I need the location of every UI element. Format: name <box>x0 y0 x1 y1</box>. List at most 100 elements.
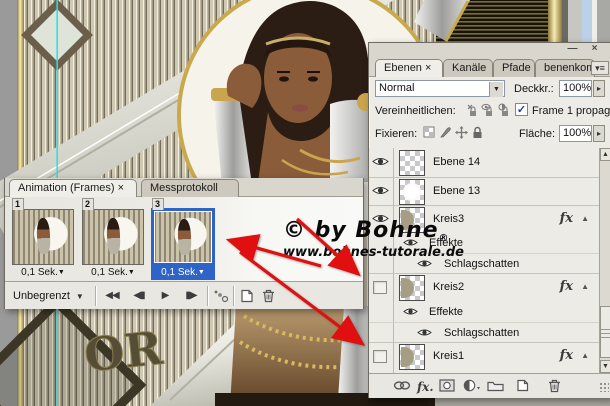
divider <box>95 286 96 306</box>
first-frame-button[interactable]: ◀◀ <box>100 287 124 305</box>
layers-tabbar: Ebenen × Kanäle Pfade benenkomp. ▾≡ <box>369 57 610 77</box>
opacity-value[interactable]: 100% <box>559 80 592 97</box>
layer-thumbnail[interactable] <box>399 207 425 233</box>
tab-ebenen[interactable]: Ebenen × <box>375 59 443 77</box>
lock-transparency-icon[interactable] <box>423 126 436 142</box>
layer-row-kreis1[interactable]: Kreis1 fx ▲ <box>369 342 599 372</box>
tab-kanaele[interactable]: Kanäle <box>443 59 493 77</box>
visibility-eye-icon[interactable] <box>372 155 389 168</box>
shadow-row-kreis2[interactable]: Schlagschatten <box>369 322 599 342</box>
panel-menu-button[interactable]: ▾≡ <box>591 61 609 75</box>
layer-thumbnail[interactable] <box>399 344 425 370</box>
tab-pfade[interactable]: Pfade <box>493 59 535 77</box>
visibility-empty-box[interactable] <box>373 281 387 294</box>
visibility-empty-box[interactable] <box>373 350 387 363</box>
collapse-styles-icon[interactable]: ▲ <box>581 282 589 291</box>
lock-position-icon[interactable] <box>455 126 468 142</box>
frame-3-selected[interactable]: 3 0,1 Sek.▼ <box>151 198 217 280</box>
collapse-styles-icon[interactable]: ▲ <box>581 214 589 223</box>
layer-row-kreis3[interactable]: Kreis3 fx ▲ <box>369 205 599 233</box>
animation-tabbar: Animation (Frames) × Messprotokoll <box>5 178 363 197</box>
layers-scrollbar[interactable]: ▲ ▼ <box>599 148 610 373</box>
resize-grip[interactable] <box>599 382 609 392</box>
play-button[interactable]: ▶ <box>155 287 175 305</box>
lock-label: Fixieren: <box>375 128 417 140</box>
next-frame-button[interactable]: ▮▶ <box>179 287 203 305</box>
panel-titlebar: — × <box>369 43 610 57</box>
tab-messprotokoll[interactable]: Messprotokoll <box>141 179 239 197</box>
unify-position-icon[interactable] <box>465 103 478 120</box>
delete-layer-icon[interactable] <box>547 379 562 396</box>
figure-artwork <box>36 218 50 254</box>
effects-row-kreis3[interactable]: Effekte <box>369 233 599 253</box>
caret-down-icon: ▼ <box>58 269 65 276</box>
fill-value[interactable]: 100% <box>559 125 592 142</box>
loop-count-dropdown[interactable]: Unbegrenzt▼ <box>13 287 84 305</box>
lock-all-icon[interactable] <box>471 126 484 142</box>
visibility-eye-icon[interactable] <box>403 306 420 319</box>
frame-thumbnail[interactable] <box>82 209 144 265</box>
tab-animation-frames[interactable]: Animation (Frames) × <box>9 179 137 197</box>
layer-row-kreis2[interactable]: Kreis2 fx ▲ <box>369 273 599 302</box>
frame-delay-dropdown[interactable]: 0,1 Sek.▼ <box>12 266 74 279</box>
unify-style-icon[interactable] <box>497 103 510 120</box>
adjustment-layer-icon[interactable] <box>463 379 481 395</box>
close-button[interactable]: × <box>588 44 601 55</box>
thumbnail-half-circle <box>401 278 414 298</box>
scroll-thumb[interactable] <box>600 306 610 358</box>
canvas-letters: OR <box>82 321 166 383</box>
fill-slider-button[interactable]: ▸ <box>593 125 605 142</box>
scroll-up-button[interactable]: ▲ <box>600 148 610 161</box>
layer-thumbnail[interactable] <box>399 150 425 176</box>
layer-row-ebene13[interactable]: Ebene 13 <box>369 177 599 205</box>
frame-delay-dropdown[interactable]: 0,1 Sek.▼ <box>152 266 214 279</box>
fx-badge[interactable]: fx <box>560 348 573 363</box>
blend-mode-dropdown[interactable]: Normal ▼ <box>375 80 505 97</box>
figure-artwork <box>106 218 120 254</box>
layers-panel: — × Ebenen × Kanäle Pfade benenkomp. ▾≡ … <box>368 42 610 398</box>
visibility-eye-icon[interactable] <box>417 327 434 340</box>
frame-thumbnail[interactable] <box>12 209 74 265</box>
thumbnail-half-circle <box>401 210 414 230</box>
visibility-eye-icon[interactable] <box>372 212 389 225</box>
divider <box>207 286 208 306</box>
layer-mask-icon[interactable] <box>439 379 455 395</box>
layer-options: Normal ▼ Deckkr.: 100% ▸ Vereinheitliche… <box>369 78 610 148</box>
frame-thumbnail[interactable] <box>152 209 214 265</box>
frame-delay-dropdown[interactable]: 0,1 Sek.▼ <box>82 266 144 279</box>
previous-frame-button[interactable]: ◀▮ <box>127 287 151 305</box>
link-layers-icon[interactable] <box>393 379 411 395</box>
frame-number: 2 <box>82 198 94 210</box>
opacity-slider-button[interactable]: ▸ <box>593 80 605 97</box>
frame-1[interactable]: 1 0,1 Sek.▼ <box>11 198 77 280</box>
layer-thumbnail[interactable] <box>399 275 425 301</box>
unify-visibility-icon[interactable] <box>481 103 494 120</box>
propagate-checkbox[interactable]: ✓ <box>515 103 528 116</box>
lock-pixels-icon[interactable] <box>439 126 452 142</box>
minimize-button[interactable]: — <box>566 44 579 55</box>
visibility-eye-icon[interactable] <box>403 237 420 250</box>
divider <box>233 286 234 306</box>
delete-frame-button[interactable] <box>261 289 276 306</box>
tween-button[interactable] <box>212 289 230 306</box>
scroll-down-button[interactable]: ▼ <box>600 360 610 373</box>
new-group-icon[interactable] <box>487 379 504 395</box>
effects-row-kreis2[interactable]: Effekte <box>369 302 599 322</box>
unify-label: Vereinheitlichen: <box>375 105 456 117</box>
fx-badge[interactable]: fx <box>560 279 573 294</box>
visibility-eye-icon[interactable] <box>417 258 434 271</box>
frame-2[interactable]: 2 0,1 Sek.▼ <box>81 198 147 280</box>
thumbnail-half-circle <box>401 347 414 367</box>
fx-badge[interactable]: fx <box>560 211 573 226</box>
new-layer-icon[interactable] <box>515 379 530 395</box>
frame-number: 1 <box>12 198 24 210</box>
new-frame-button[interactable] <box>239 289 254 306</box>
collapse-styles-icon[interactable]: ▲ <box>581 351 589 360</box>
visibility-eye-icon[interactable] <box>372 184 389 197</box>
layer-thumbnail[interactable] <box>399 179 425 205</box>
layer-row-ebene14[interactable]: Ebene 14 <box>369 149 599 177</box>
tab-ebenenkomp[interactable]: benenkomp. <box>535 59 595 77</box>
fill-label: Fläche: <box>519 128 555 140</box>
layer-style-button[interactable]: fx. <box>417 380 434 394</box>
shadow-row-kreis3[interactable]: Schlagschatten <box>369 253 599 273</box>
